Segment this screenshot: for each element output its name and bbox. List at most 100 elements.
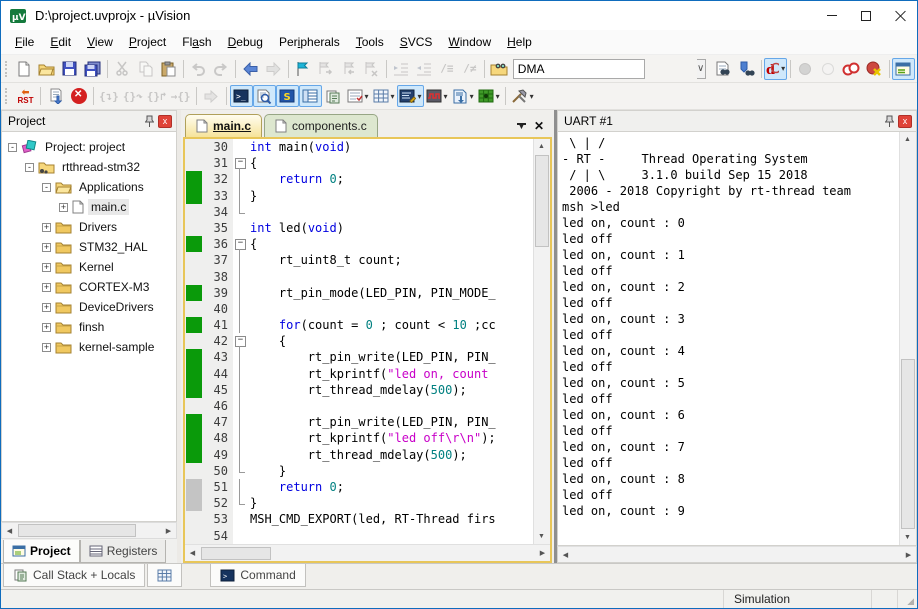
symbol-window-button[interactable]: S (276, 85, 299, 107)
uart-hscrollbar[interactable]: ◀ ▶ (557, 546, 917, 563)
analysis-windows-button[interactable] (424, 85, 450, 107)
scroll-left-icon[interactable]: ◀ (558, 547, 573, 562)
menu-debug[interactable]: Debug (220, 32, 271, 52)
tree-item-stm32-hal[interactable]: +STM32_HAL (2, 237, 176, 257)
indent-button[interactable] (389, 58, 412, 80)
find-input[interactable] (513, 59, 645, 79)
project-window-button[interactable] (892, 58, 915, 80)
run-button[interactable] (44, 85, 67, 107)
tab-command-window[interactable]: > Command (210, 564, 305, 587)
tree-item-cortex-m3[interactable]: +CORTEX-M3 (2, 277, 176, 297)
tree-item-kernel[interactable]: +Kernel (2, 257, 176, 277)
start-stop-debug-button[interactable]: d (764, 58, 787, 80)
memory-windows-button[interactable] (371, 85, 397, 107)
menu-peripherals[interactable]: Peripherals (271, 32, 348, 52)
insert-breakpoint-button[interactable] (794, 58, 817, 80)
menu-window[interactable]: Window (440, 32, 499, 52)
comment-button[interactable]: /≡ (435, 58, 458, 80)
code-line-52[interactable]: 52} (185, 495, 533, 511)
code-line-50[interactable]: 50 } (185, 463, 533, 479)
code-line-45[interactable]: 45 rt_thread_mdelay(500); (185, 382, 533, 398)
menu-edit[interactable]: Edit (42, 32, 79, 52)
code-line-35[interactable]: 35int led(void) (185, 220, 533, 236)
system-viewer-button[interactable] (450, 85, 476, 107)
scroll-thumb[interactable] (201, 547, 271, 560)
code-editor[interactable]: 30int main(void)31{32 return 0;33}3435in… (185, 139, 533, 544)
code-line-41[interactable]: 41 for(count = 0 ; count < 10 ;cc (185, 317, 533, 333)
insert-bookmark-button[interactable] (291, 58, 314, 80)
show-current-statement-button[interactable] (200, 85, 223, 107)
expand-icon[interactable]: + (42, 343, 51, 352)
expand-icon[interactable]: + (42, 323, 51, 332)
code-line-39[interactable]: 39 rt_pin_mode(LED_PIN, PIN_MODE_ (185, 285, 533, 301)
clear-bookmarks-button[interactable] (360, 58, 383, 80)
code-line-43[interactable]: 43 rt_pin_write(LED_PIN, PIN_ (185, 349, 533, 365)
menu-view[interactable]: View (79, 32, 121, 52)
next-bookmark-button[interactable] (314, 58, 337, 80)
scroll-left-icon[interactable]: ◀ (2, 523, 17, 538)
prev-bookmark-button[interactable] (337, 58, 360, 80)
disable-all-breakpoints-button[interactable] (840, 58, 863, 80)
code-line-47[interactable]: 47 rt_pin_write(LED_PIN, PIN_ (185, 414, 533, 430)
tree-item-drivers[interactable]: +Drivers (2, 217, 176, 237)
enable-breakpoint-button[interactable] (817, 58, 840, 80)
stop-button[interactable] (67, 85, 90, 107)
menu-file[interactable]: File (7, 32, 42, 52)
disassembly-window-button[interactable] (253, 85, 276, 107)
code-line-38[interactable]: 38 (185, 269, 533, 285)
incremental-find-button[interactable] (735, 58, 758, 80)
code-line-51[interactable]: 51 return 0; (185, 479, 533, 495)
tab-list-icon[interactable] (517, 123, 526, 130)
code-line-42[interactable]: 42 { (185, 333, 533, 349)
tab-main-c[interactable]: main.c (185, 114, 262, 137)
code-line-33[interactable]: 33} (185, 188, 533, 204)
maximize-button[interactable] (849, 1, 883, 30)
scroll-right-icon[interactable]: ▶ (161, 523, 176, 538)
menu-tools[interactable]: Tools (348, 32, 392, 52)
tree-item-project-project[interactable]: -Project: project (2, 137, 176, 157)
fold-collapse-icon[interactable] (233, 236, 247, 252)
expand-icon[interactable]: + (59, 203, 68, 212)
expand-icon[interactable]: + (42, 223, 51, 232)
scroll-down-icon[interactable]: ▼ (900, 530, 915, 545)
uart-close-button[interactable]: x (897, 114, 913, 129)
close-button[interactable] (883, 1, 917, 30)
tab-components-c[interactable]: components.c (264, 114, 378, 137)
find-text-button[interactable] (712, 58, 735, 80)
collapse-icon[interactable]: - (42, 183, 51, 192)
uart-pin-button[interactable] (881, 114, 897, 129)
editor-hscrollbar[interactable]: ◀ ▶ (185, 544, 550, 561)
scroll-thumb[interactable] (535, 155, 549, 247)
menu-svcs[interactable]: SVCS (392, 32, 441, 52)
toolbox-button[interactable] (476, 85, 502, 107)
redo-button[interactable] (209, 58, 232, 80)
copy-button[interactable] (134, 58, 157, 80)
tab-registers[interactable]: Registers (80, 540, 167, 563)
watch-windows-button[interactable] (345, 85, 371, 107)
expand-icon[interactable]: + (42, 243, 51, 252)
scroll-up-icon[interactable]: ▲ (900, 132, 915, 147)
code-line-48[interactable]: 48 rt_kprintf("led off\r\n"); (185, 430, 533, 446)
project-hscrollbar[interactable]: ◀ ▶ (1, 522, 177, 539)
tree-item-devicedrivers[interactable]: +DeviceDrivers (2, 297, 176, 317)
run-to-cursor-button[interactable]: →{} (169, 85, 193, 107)
code-line-54[interactable]: 54 (185, 528, 533, 544)
call-stack-window-button[interactable] (322, 85, 345, 107)
uart-vscrollbar[interactable]: ▲ ▼ (899, 132, 916, 545)
tab-call-stack-locals[interactable]: Call Stack + Locals (3, 564, 145, 587)
cut-button[interactable] (111, 58, 134, 80)
code-line-37[interactable]: 37 rt_uint8_t count; (185, 252, 533, 268)
fold-collapse-icon[interactable] (233, 155, 247, 171)
find-combo-dropdown[interactable] (697, 59, 706, 79)
code-line-34[interactable]: 34 (185, 204, 533, 220)
tree-item-applications[interactable]: -Applications (2, 177, 176, 197)
tab-memory-window[interactable] (147, 564, 182, 587)
scroll-down-icon[interactable]: ▼ (534, 529, 549, 544)
code-line-46[interactable]: 46 (185, 398, 533, 414)
navigate-forward-button[interactable] (262, 58, 285, 80)
menu-flash[interactable]: Flash (174, 32, 219, 52)
paste-button[interactable] (157, 58, 180, 80)
serial-windows-button[interactable] (397, 85, 424, 107)
uncomment-button[interactable]: /≠ (458, 58, 481, 80)
minimize-button[interactable] (815, 1, 849, 30)
